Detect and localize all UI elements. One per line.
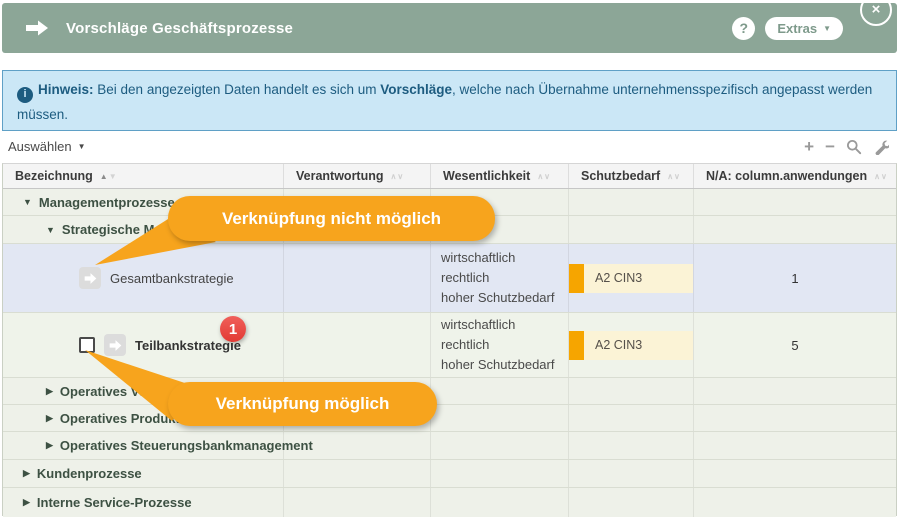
group-row[interactable]: ▶ Interne Service-Prozesse <box>3 488 896 517</box>
table-toolbar: + − <box>804 138 889 155</box>
close-button[interactable]: × <box>860 0 892 26</box>
minus-icon[interactable]: − <box>825 138 835 155</box>
triangle-collapsed-icon: ▶ <box>23 497 30 508</box>
table-header: Bezeichnung▲▼Verantwortung∧∨Wesentlichke… <box>3 164 896 189</box>
schutzbedarf-badge: A2 CIN3 <box>569 331 693 360</box>
callout-verknuepfung-moeglich: Verknüpfung möglich <box>168 382 437 426</box>
column-header-0[interactable]: Bezeichnung▲▼ <box>3 164 284 188</box>
verantwortung-cell <box>284 244 431 312</box>
group-row[interactable]: ▶ Operatives Produkti <box>3 405 896 432</box>
schutzbedarf-cell: A2 CIN3 <box>569 313 694 377</box>
group-label: Interne Service-Prozesse <box>37 495 192 510</box>
wrench-icon[interactable] <box>873 139 889 155</box>
group-row[interactable]: ▶ Operatives Steuerungsbankmanagement <box>3 432 896 460</box>
anwendungen-cell: 1 <box>694 244 896 312</box>
notice-text: Bei den angezeigten Daten handelt es sic… <box>97 82 376 97</box>
group-row[interactable]: ▶ Operatives Vertr <box>3 378 896 405</box>
sort-icons[interactable]: ∧∨ <box>391 172 405 181</box>
sort-icons[interactable]: ▲▼ <box>100 172 118 181</box>
dialog-title: Vorschläge Geschäftsprozesse <box>66 20 293 37</box>
sort-icons[interactable]: ∧∨ <box>874 172 888 181</box>
triangle-collapsed-icon: ▶ <box>46 413 53 424</box>
group-toggle[interactable]: ▶ Interne Service-Prozesse <box>3 495 283 510</box>
chevron-down-icon: ▼ <box>78 142 86 151</box>
group-label: Operatives Vertr <box>60 384 160 399</box>
dialog-vorschlaege-geschaeftsprozesse: Vorschläge Geschäftsprozesse ? Extras▼ ×… <box>0 0 899 521</box>
group-label: Kundenprozesse <box>37 466 142 481</box>
verantwortung-cell <box>284 313 431 377</box>
chevron-down-icon: ▼ <box>823 24 831 33</box>
count-badge: 1 <box>220 316 246 342</box>
process-row: Teilbankstrategiewirtschaftlichrechtlich… <box>3 313 896 378</box>
schutzbedarf-level-block <box>569 264 584 293</box>
notice-prefix: Hinweis: <box>38 82 94 97</box>
help-button[interactable]: ? <box>732 17 755 40</box>
process-arrow-icon[interactable] <box>104 334 126 356</box>
notice-highlight: Vorschläge <box>380 82 452 97</box>
wesentlichkeit-cell: wirtschaftlichrechtlichhoher Schutzbedar… <box>431 313 569 377</box>
search-icon[interactable] <box>846 139 862 155</box>
notice-banner: i Hinweis: Bei den angezeigten Daten hand… <box>2 70 897 131</box>
group-label: Operatives Produkti <box>60 411 184 426</box>
column-header-4[interactable]: N/A: column.anwendungen∧∨ <box>694 164 896 188</box>
group-label: Strategische Ma <box>62 222 162 237</box>
triangle-expanded-icon: ▼ <box>46 225 55 235</box>
sort-icons[interactable]: ∧∨ <box>537 172 551 181</box>
group-toggle[interactable]: ▶ Kundenprozesse <box>3 466 283 481</box>
group-toggle[interactable]: ▶Operatives Steuerungsbankmanagement <box>3 438 283 453</box>
anwendungen-cell: 5 <box>694 313 896 377</box>
column-header-1[interactable]: Verantwortung∧∨ <box>284 164 431 188</box>
group-label: Managementprozesse <box>39 195 175 210</box>
schutzbedarf-cell: A2 CIN3 <box>569 244 694 312</box>
plus-icon[interactable]: + <box>804 138 814 155</box>
callout-verknuepfung-nicht-moeglich: Verknüpfung nicht möglich <box>168 196 495 241</box>
title-arrow-icon <box>24 18 50 38</box>
triangle-collapsed-icon: ▶ <box>23 468 30 479</box>
triangle-collapsed-icon: ▶ <box>46 440 53 451</box>
info-icon: i <box>17 87 33 103</box>
schutzbedarf-badge: A2 CIN3 <box>569 264 693 293</box>
group-row[interactable]: ▶ Kundenprozesse <box>3 460 896 488</box>
auswaehlen-dropdown[interactable]: Auswählen▼ <box>8 139 86 154</box>
extras-button[interactable]: Extras▼ <box>765 17 843 40</box>
triangle-expanded-icon: ▼ <box>23 197 32 207</box>
dialog-titlebar: Vorschläge Geschäftsprozesse ? Extras▼ × <box>2 3 897 53</box>
column-header-2[interactable]: Wesentlichkeit∧∨ <box>431 164 569 188</box>
process-label: Gesamtbankstrategie <box>110 271 234 286</box>
wesentlichkeit-cell: wirtschaftlichrechtlichhoher Schutzbedar… <box>431 244 569 312</box>
triangle-collapsed-icon: ▶ <box>46 386 53 397</box>
link-checkbox[interactable] <box>79 337 95 353</box>
group-label: Operatives Steuerungsbankmanagement <box>60 438 313 453</box>
sort-icons[interactable]: ∧∨ <box>667 172 681 181</box>
process-row: Gesamtbankstrategie wirtschaftlichrechtli… <box>3 244 896 313</box>
column-header-3[interactable]: Schutzbedarf∧∨ <box>569 164 694 188</box>
schutzbedarf-level-block <box>569 331 584 360</box>
process-arrow-icon[interactable] <box>79 267 101 289</box>
